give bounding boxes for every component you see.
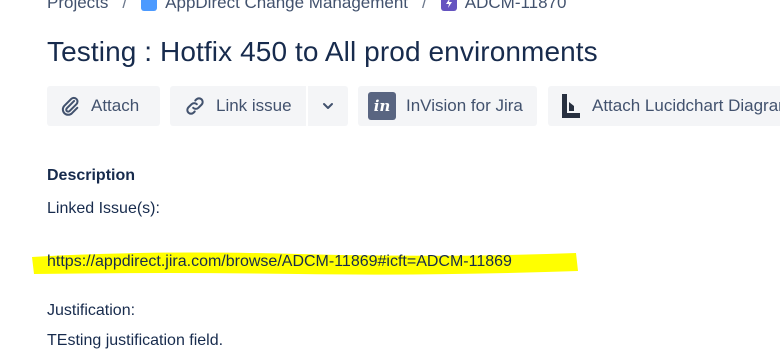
breadcrumb-project-name[interactable]: AppDirect Change Management [165, 0, 408, 13]
breadcrumb-separator: / [122, 0, 128, 12]
breadcrumb-projects[interactable]: Projects [47, 0, 108, 13]
link-issue-button[interactable]: Link issue [170, 86, 306, 126]
invision-button[interactable]: in InVision for Jira [358, 86, 537, 126]
lucidchart-label: Attach Lucidchart Diagram [592, 96, 780, 115]
issue-type-icon [440, 0, 457, 11]
issue-page: Projects / AppDirect Change Management /… [0, 0, 780, 360]
breadcrumb-issue-item[interactable]: ADCM-11870 [440, 0, 567, 13]
breadcrumb-project-item[interactable]: AppDirect Change Management [141, 0, 408, 13]
attach-label: Attach [91, 96, 140, 115]
issue-title[interactable]: Testing : Hotfix 450 to All prod environ… [47, 36, 598, 68]
invision-label: InVision for Jira [406, 96, 523, 115]
issue-toolbar: Attach Link issue in InVision for Jira A… [47, 86, 780, 126]
lucidchart-button[interactable]: Attach Lucidchart Diagram [548, 86, 780, 126]
description-heading: Description [47, 167, 136, 184]
breadcrumb: Projects / AppDirect Change Management /… [47, 0, 567, 15]
paperclip-icon [59, 95, 81, 117]
lucidchart-logo-icon [560, 92, 582, 120]
attach-button[interactable]: Attach [47, 86, 160, 126]
link-issue-label: Link issue [216, 96, 292, 115]
breadcrumb-issue-key[interactable]: ADCM-11870 [465, 0, 567, 13]
invision-logo-icon: in [368, 92, 396, 120]
project-avatar-icon [141, 0, 158, 11]
linked-issue-link[interactable]: https://appdirect.jira.com/browse/ADCM-1… [47, 253, 512, 270]
justification-label: Justification: [47, 302, 136, 319]
breadcrumb-separator: / [422, 0, 427, 12]
linked-issue-row: https://appdirect.jira.com/browse/ADCM-1… [47, 253, 512, 271]
link-issue-group: Link issue [170, 86, 348, 126]
chevron-down-icon [321, 99, 335, 113]
link-icon [184, 95, 206, 117]
link-issue-dropdown-button[interactable] [308, 86, 348, 126]
justification-text: TEsting justification field. [47, 332, 224, 349]
linked-issues-label: Linked Issue(s): [47, 200, 160, 217]
